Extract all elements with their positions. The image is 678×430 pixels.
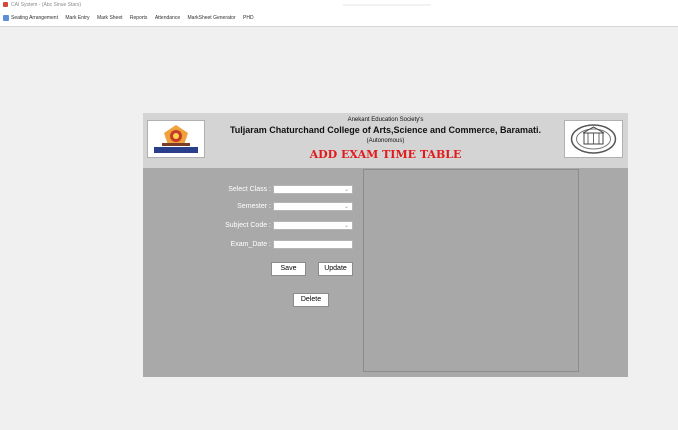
menu-item-mark-entry[interactable]: Mark Entry: [65, 10, 89, 26]
update-button[interactable]: Update: [318, 262, 353, 276]
menu-item-seating-arrangement[interactable]: Seating Arrangement: [11, 10, 58, 26]
delete-button[interactable]: Delete: [293, 293, 329, 307]
subject-code-dropdown[interactable]: ⌄: [273, 221, 353, 230]
chevron-down-icon: ⌄: [343, 223, 349, 229]
window-title: CAI System - (Abc Sinue Stars): [11, 2, 82, 8]
exam-timetable-panel: Anekant Education Society's Tuljaram Cha…: [143, 113, 628, 377]
society-name: Anekant Education Society's: [347, 117, 424, 123]
menu-item-marksheet-generator[interactable]: MarkSheet Generator: [188, 10, 236, 26]
college-header: Anekant Education Society's Tuljaram Cha…: [143, 113, 628, 168]
app-icon: [3, 2, 8, 7]
exam-date-label: Exam_Date :: [230, 241, 271, 248]
subject-code-label: Subject Code :: [225, 222, 271, 229]
college-name: Tuljaram Chaturchand College of Arts,Sci…: [229, 125, 542, 135]
menu-item-reports[interactable]: Reports: [130, 10, 148, 26]
menu-item-phd[interactable]: PHD: [243, 10, 254, 26]
title-placeholder: [343, 4, 431, 6]
select-class-label: Select Class :: [228, 186, 271, 193]
timetable-grid[interactable]: [363, 169, 579, 372]
exam-date-field[interactable]: [273, 240, 353, 249]
form-title: ADD EXAM TIME TABLE: [309, 148, 462, 161]
menu-bar: Seating Arrangement Mark Entry Mark Shee…: [0, 10, 678, 27]
menu-item-attendance[interactable]: Attendance: [155, 10, 180, 26]
autonomous-label: (Autonomous): [366, 138, 405, 144]
semester-dropdown[interactable]: ⌄: [273, 202, 353, 211]
save-button[interactable]: Save: [271, 262, 306, 276]
chevron-down-icon: ⌄: [343, 204, 349, 210]
semester-label: Semester :: [237, 203, 271, 210]
menu-app-icon: [3, 15, 9, 21]
select-class-dropdown[interactable]: ⌄: [273, 185, 353, 194]
chevron-down-icon: ⌄: [343, 187, 349, 193]
title-bar: CAI System - (Abc Sinue Stars): [0, 0, 678, 10]
menu-item-mark-sheet[interactable]: Mark Sheet: [97, 10, 123, 26]
university-emblem: [564, 120, 623, 158]
